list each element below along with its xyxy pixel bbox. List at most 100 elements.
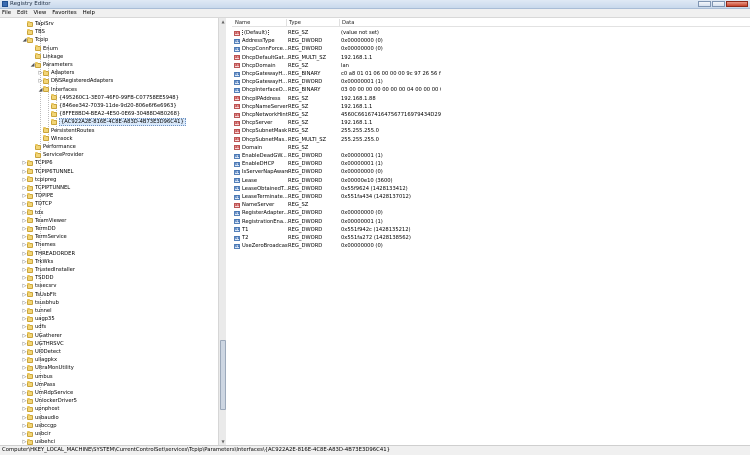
- scrollbar-thumb[interactable]: [220, 340, 226, 410]
- tree-item[interactable]: ▷ DNSRegisteredAdapters: [38, 77, 113, 85]
- tree-item[interactable]: ▷ tcpipreg: [22, 176, 56, 184]
- menu-edit[interactable]: Edit: [17, 10, 27, 16]
- tree-item[interactable]: ▷ TrustedInstaller: [22, 266, 75, 274]
- value-row[interactable]: ab DhcpNetworkHint REG_SZ 4560C661674164756…: [232, 111, 750, 119]
- tree-item[interactable]: ▷ UGTHRSVC: [22, 340, 64, 348]
- value-row[interactable]: 01 IsServerNapAware REG_DWORD 0x00000000 (0…: [232, 168, 750, 176]
- value-row[interactable]: ab DhcpDefaultGat... REG_MULTI_SZ 192.168.1…: [232, 54, 750, 62]
- tree-item[interactable]: ▷ TCPIPTUNNEL: [22, 184, 70, 192]
- tree-item[interactable]: Linkage: [30, 53, 63, 61]
- value-row[interactable]: ab Domain REG_SZ: [232, 144, 750, 152]
- tree-item[interactable]: Winsock: [38, 135, 72, 143]
- scroll-up-arrow-icon[interactable]: ▲: [219, 18, 227, 25]
- tree-item[interactable]: ▷ TeamViewer: [22, 217, 66, 225]
- value-row[interactable]: 01 EnableDeadGW... REG_DWORD 0x00000001 (1): [232, 152, 750, 160]
- value-row[interactable]: 01 DhcpInterfaceO... REG_BINARY 03 00 00 00…: [232, 86, 750, 94]
- tree-item[interactable]: TapiSrv: [22, 20, 54, 28]
- value-row[interactable]: ab DhcpServer REG_SZ 192.168.1.1: [232, 119, 750, 127]
- tree-item[interactable]: ▷ umbus: [22, 373, 53, 381]
- tree-item[interactable]: ▷ UmRdpService: [22, 389, 73, 397]
- value-row[interactable]: 01 DhcpGatewayH... REG_DWORD 0x00000001 (1): [232, 78, 750, 86]
- tree-item[interactable]: {AC922A2E-816E-4C8E-A83D-4B73E3D96C41}: [46, 118, 186, 127]
- maximize-button[interactable]: [712, 1, 725, 7]
- key-tree-pane[interactable]: TapiSrv TBS ◢ Tcpip Enum Linkage ◢ Parameters ▷ A…: [0, 18, 226, 445]
- tree-item[interactable]: PersistentRoutes: [38, 127, 94, 135]
- tree-item[interactable]: ▷ tunnel: [22, 307, 52, 315]
- value-row[interactable]: ab DhcpNameServer REG_SZ 192.168.1.1: [232, 103, 750, 111]
- menu-help[interactable]: Help: [83, 10, 95, 16]
- tree-item[interactable]: ▷ THREADORDER: [22, 250, 75, 258]
- tree-item[interactable]: {495260C1-3E07-46F0-99FB-C07758EE5948}: [46, 94, 179, 102]
- tree-item[interactable]: {846ee342-7039-11de-9d20-806e6f6e6963}: [46, 102, 177, 110]
- value-row[interactable]: 01 AddressType REG_DWORD 0x00000000 (0): [232, 37, 750, 45]
- tree-item[interactable]: ▷ TDPIPE: [22, 192, 53, 200]
- value-row[interactable]: 01 T1 REG_DWORD 0x551f942c (1428135212): [232, 226, 750, 234]
- menu-view[interactable]: View: [33, 10, 46, 16]
- scroll-down-arrow-icon[interactable]: ▼: [219, 438, 227, 445]
- tree-item[interactable]: ▷ usbccgp: [22, 422, 57, 430]
- column-header-type[interactable]: Type: [289, 20, 301, 26]
- folder-icon: [27, 332, 33, 339]
- column-header-data[interactable]: Data: [342, 20, 354, 26]
- tree-item[interactable]: ▷ usbcir: [22, 430, 51, 438]
- menu-favorites[interactable]: Favorites: [52, 10, 76, 16]
- value-row[interactable]: ab DhcpSubnetMas... REG_MULTI_SZ 255.255.25…: [232, 136, 750, 144]
- tree-item[interactable]: ▷ upnphost: [22, 405, 59, 413]
- tree-item[interactable]: ▷ Themes: [22, 241, 56, 249]
- tree-item[interactable]: ▷ Adapters: [38, 69, 74, 77]
- tree-item[interactable]: ▷ UmPass: [22, 381, 55, 389]
- tree-item[interactable]: TBS: [22, 28, 45, 36]
- tree-item[interactable]: ▷ UltraMonUtility: [22, 364, 74, 372]
- tree-item[interactable]: ▷ TCPIP6TUNNEL: [22, 168, 73, 176]
- values-list-pane[interactable]: Name Type Data ab (Default) REG_SZ (value n…: [232, 18, 750, 445]
- tree-item[interactable]: ▷ UI0Detect: [22, 348, 61, 356]
- value-row[interactable]: ab DhcpSubnetMask REG_SZ 255.255.255.0: [232, 127, 750, 135]
- tree-item[interactable]: ▷ UGatherer: [22, 332, 62, 340]
- value-row[interactable]: ab DhcpDomain REG_SZ lan: [232, 62, 750, 70]
- tree-item[interactable]: ▷ udfs: [22, 323, 46, 331]
- tree-item[interactable]: ▷ TSDDD: [22, 274, 53, 282]
- menu-file[interactable]: File: [2, 10, 11, 16]
- tree-item[interactable]: ▷ tssecsrv: [22, 282, 56, 290]
- tree-item[interactable]: Performance: [30, 143, 76, 151]
- tree-item[interactable]: ◢ Parameters: [30, 61, 73, 69]
- folder-icon: [27, 241, 33, 248]
- value-row[interactable]: 01 Lease REG_DWORD 0x00000e10 (3600): [232, 177, 750, 185]
- tree-scrollbar[interactable]: ▲ ▼: [218, 18, 226, 445]
- tree-item[interactable]: ▷ TCPIP6: [22, 159, 53, 167]
- tree-item[interactable]: ServiceProvider: [30, 151, 84, 159]
- value-row[interactable]: 01 EnableDHCP REG_DWORD 0x00000001 (1): [232, 160, 750, 168]
- tree-item[interactable]: ▷ TermDD: [22, 225, 56, 233]
- tree-item[interactable]: {8FFE8BD4-BEA2-4E50-0E69-30488D4B0268}: [46, 110, 180, 118]
- value-row[interactable]: 01 DhcpGatewayH... REG_BINARY c0 a8 01 01 0…: [232, 70, 750, 78]
- tree-item[interactable]: ▷ UnlockerDriver5: [22, 397, 77, 405]
- tree-item[interactable]: ▷ TsUsbFlt: [22, 291, 56, 299]
- tree-item-label: Interfaces: [51, 86, 77, 93]
- tree-item[interactable]: ▷ usbaudio: [22, 414, 59, 422]
- tree-item[interactable]: ▷ tdx: [22, 209, 43, 217]
- tree-item[interactable]: ▷ tsusbhub: [22, 299, 59, 307]
- value-row[interactable]: ab (Default) REG_SZ (value not set): [232, 29, 750, 37]
- tree-item[interactable]: ▷ uliagpkx: [22, 356, 57, 364]
- value-row[interactable]: 01 RegisterAdapter... REG_DWORD 0x00000000 …: [232, 209, 750, 217]
- tree-item[interactable]: ▷ usbehci: [22, 438, 55, 445]
- value-row[interactable]: ab NameServer REG_SZ: [232, 201, 750, 209]
- value-row[interactable]: 01 RegistrationEna... REG_DWORD 0x00000001 …: [232, 218, 750, 226]
- tree-item[interactable]: ▷ TrkWks: [22, 258, 53, 266]
- tree-item[interactable]: ▷ uagp35: [22, 315, 55, 323]
- value-row[interactable]: 01 UseZeroBroadcast REG_DWORD 0x00000000 (0…: [232, 242, 750, 250]
- tree-item[interactable]: ◢ Interfaces: [38, 86, 77, 94]
- tree-item[interactable]: ▷ TDTCP: [22, 200, 52, 208]
- column-header-name[interactable]: Name: [235, 20, 250, 26]
- value-row[interactable]: 01 LeaseTerminate... REG_DWORD 0x551fa434 (…: [232, 193, 750, 201]
- tree-item[interactable]: ▷ TermService: [22, 233, 67, 241]
- tree-item[interactable]: ◢ Tcpip: [22, 36, 48, 44]
- value-row[interactable]: ab DhcpIPAddress REG_SZ 192.168.1.88: [232, 95, 750, 103]
- value-row[interactable]: 01 LeaseObtainedT... REG_DWORD 0x55f9624 (1…: [232, 185, 750, 193]
- value-row[interactable]: 01 DhcpConnForce... REG_DWORD 0x00000000 (0…: [232, 45, 750, 53]
- value-row[interactable]: 01 T2 REG_DWORD 0x551fa272 (1428138562): [232, 234, 750, 242]
- tree-item[interactable]: Enum: [30, 45, 58, 53]
- close-button[interactable]: [726, 1, 748, 7]
- minimize-button[interactable]: [698, 1, 711, 7]
- tree-item-label: Enum: [43, 45, 58, 52]
